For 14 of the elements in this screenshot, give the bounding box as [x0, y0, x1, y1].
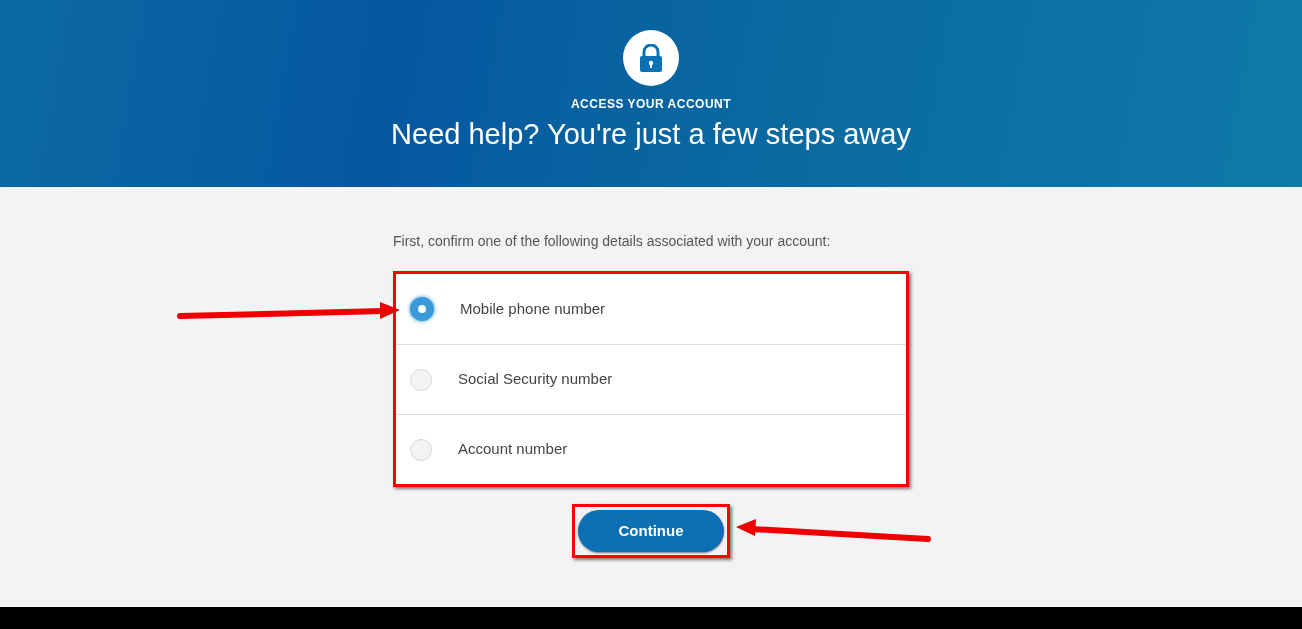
- page-title: Need help? You're just a few steps away: [391, 117, 911, 152]
- lock-icon: [623, 30, 679, 86]
- radio-button[interactable]: [410, 438, 432, 461]
- radio-option[interactable]: Mobile phone number: [396, 274, 906, 344]
- option-label: Social Security number: [458, 369, 613, 390]
- radio-button[interactable]: [410, 297, 434, 321]
- continue-button[interactable]: Continue: [578, 510, 724, 552]
- option-label: Account number: [458, 439, 568, 460]
- radio-option[interactable]: Social Security number: [396, 344, 906, 414]
- eyebrow-heading: ACCESS YOUR ACCOUNT: [570, 96, 732, 113]
- radio-option[interactable]: Account number: [396, 414, 906, 484]
- radio-button[interactable]: [410, 368, 432, 391]
- instruction-text: First, confirm one of the following details associated with your account:: [393, 232, 832, 251]
- option-label: Mobile phone number: [460, 298, 606, 319]
